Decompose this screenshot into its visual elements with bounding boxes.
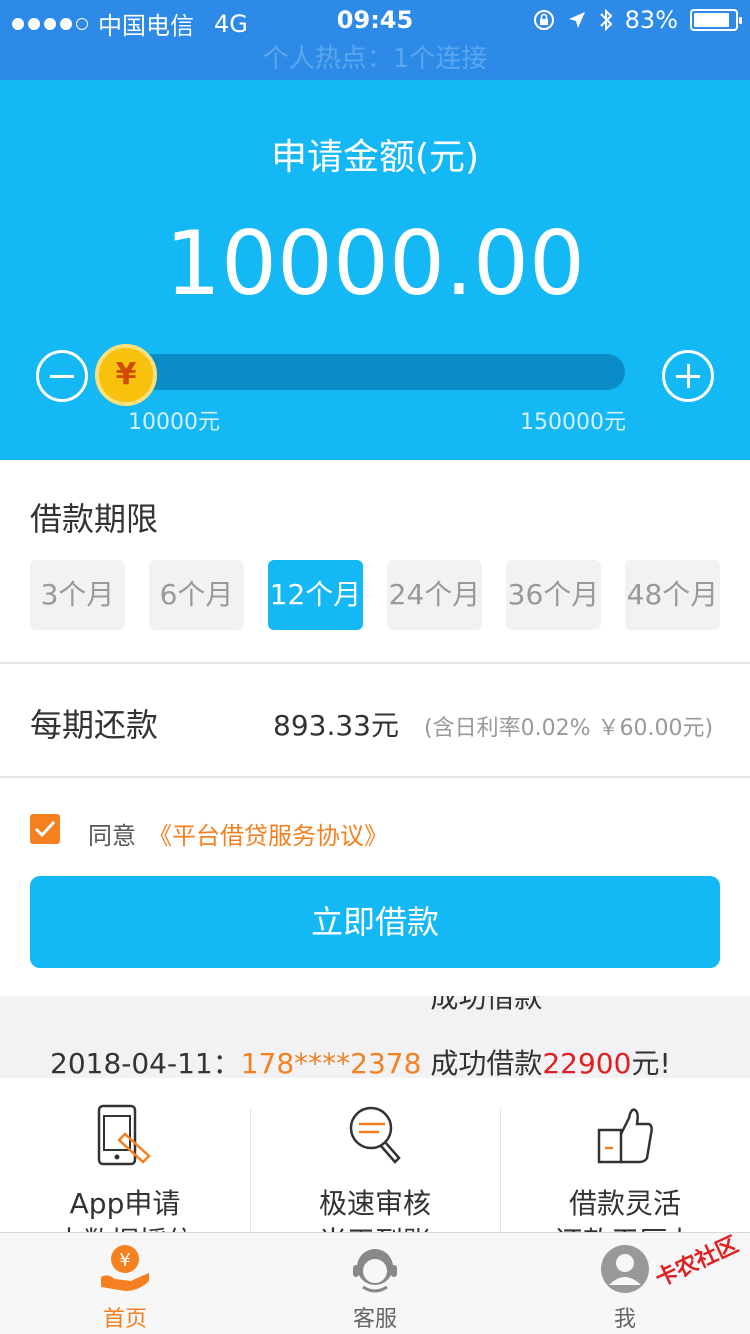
tab-label: 我 [613, 1307, 636, 1332]
battery-icon [690, 9, 742, 31]
amount-slider[interactable] [100, 354, 625, 390]
tab-label: 客服 [352, 1307, 397, 1332]
rotation-lock-icon [533, 10, 554, 30]
tab-label: 首页 [102, 1307, 147, 1332]
home-icon: ¥ [101, 1245, 149, 1291]
decrease-button[interactable] [36, 350, 88, 402]
term-option-36[interactable]: 36个月 [506, 560, 601, 630]
battery-percent: 83% [624, 6, 678, 34]
borrow-now-button[interactable]: 立即借款 [30, 876, 720, 968]
amount-label: 申请金额(元) [270, 137, 480, 178]
agree-text: 同意 [88, 822, 136, 850]
location-icon [568, 12, 585, 28]
term-option-3[interactable]: 3个月 [30, 560, 125, 630]
ticker-text: 成功借款 [430, 1047, 543, 1078]
amount-value: 10000.00 [165, 212, 585, 315]
feature-subtitle: 大数据授信 [0, 1220, 250, 1232]
term-option-48[interactable]: 48个月 [625, 560, 720, 630]
term-option-12[interactable]: 12个月 [268, 560, 363, 630]
ticker-amount: 22900 [542, 1047, 632, 1078]
feature-title: 借款灵活 [568, 1187, 681, 1220]
feature-subtitle: 当天到账 [250, 1220, 500, 1232]
magnifier-review-icon [349, 1106, 401, 1164]
status-bar: 中国电信 4G 09:45 83% [0, 0, 750, 40]
feature-flexible: 借款灵活 还款无压力 [500, 1078, 750, 1232]
loan-ticker: 2018-04-11：178****2378 成功借款 2018-04-11：1… [0, 996, 750, 1078]
hotspot-banner[interactable]: 个人热点：1个连接 [0, 40, 750, 80]
tab-customer-service[interactable]: 客服 [250, 1233, 500, 1334]
feature-app-apply: App申请 大数据授信 [0, 1078, 250, 1232]
repayment-note: (含日利率0.02% ￥60.00元) [424, 716, 714, 741]
svg-text:¥: ¥ [119, 1250, 130, 1271]
slider-min-label: 10000元 [128, 410, 220, 435]
thumbs-up-icon [597, 1108, 653, 1164]
app-screen: 中国电信 4G 09:45 83% 个人热点：1个连接 申请金额(元) 1000… [0, 0, 750, 1334]
slider-knob[interactable]: ¥ [95, 344, 157, 406]
ticker-suffix: 元! [631, 1047, 671, 1078]
term-title: 借款期限 [30, 500, 159, 538]
divider [0, 776, 750, 778]
ticker-prev-line: 2018-04-11：178****2378 成功借款 [430, 996, 543, 1014]
feature-subtitle: 还款无压力 [500, 1220, 750, 1232]
agreement-link[interactable]: 《平台借贷服务协议》 [148, 816, 388, 851]
increase-button[interactable] [662, 350, 714, 402]
feature-fast-review: 极速审核 当天到账 [250, 1078, 500, 1232]
repayment-amount: 893.33元 [273, 709, 399, 742]
checkmark-icon [34, 820, 56, 838]
term-option-6[interactable]: 6个月 [149, 560, 244, 630]
agree-checkbox[interactable] [30, 814, 60, 844]
customer-service-icon [353, 1249, 397, 1293]
user-icon [601, 1245, 649, 1293]
slider-max-label: 150000元 [520, 410, 626, 435]
status-right: 83% [533, 6, 742, 34]
ticker-date: 2018-04-11： [50, 1047, 241, 1078]
phone-apply-icon [97, 1104, 151, 1166]
term-options: 3个月 6个月 12个月 24个月 36个月 48个月 [30, 560, 720, 630]
ticker-phone: 178****2378 [240, 1047, 422, 1078]
feature-strip: App申请 大数据授信 极速审核 当天到账 借款灵活 还款无压力 [0, 1078, 750, 1232]
feature-title: 极速审核 [318, 1187, 431, 1220]
ticker-line: 2018-04-11：178****2378 成功借款22900元! [50, 1042, 671, 1078]
tab-home[interactable]: ¥ 首页 [0, 1233, 250, 1334]
repayment-label: 每期还款 [30, 706, 159, 744]
divider [0, 662, 750, 664]
amount-panel: 申请金额(元) 10000.00 ¥ 10000元 150000元 [0, 80, 750, 460]
bluetooth-icon [599, 8, 613, 32]
tab-bar: ¥ 首页 客服 我 [0, 1232, 750, 1334]
term-option-24[interactable]: 24个月 [387, 560, 482, 630]
feature-title: App申请 [69, 1187, 181, 1220]
